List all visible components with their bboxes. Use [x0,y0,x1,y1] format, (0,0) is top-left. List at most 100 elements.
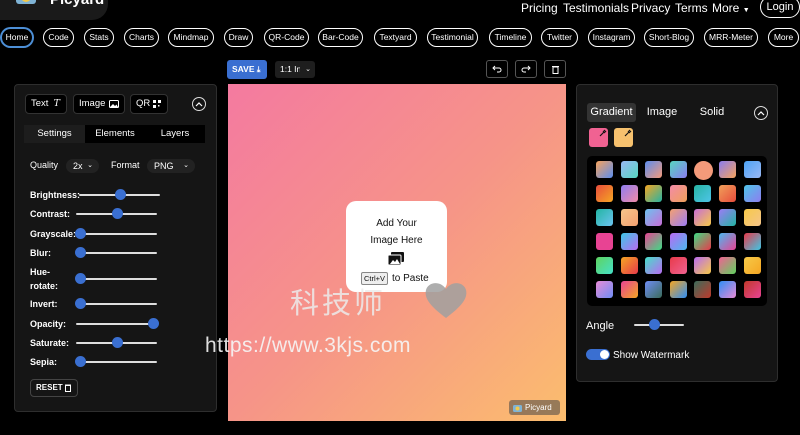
format-select[interactable]: PNG ⌄ [147,159,195,173]
chip-home[interactable]: Home [1,28,33,47]
gradient-swatch[interactable] [719,233,736,250]
gradient-swatch[interactable] [669,233,687,250]
blur-slider[interactable] [75,247,157,259]
add-image-button[interactable]: Image [73,94,125,114]
gradient-swatch[interactable] [596,257,613,274]
reset-button[interactable]: RESET [30,379,78,397]
chip-more[interactable]: More [768,28,799,47]
nav-privacy[interactable]: Privacy [631,1,670,15]
brightness-slider[interactable] [79,189,160,201]
gradient-swatch[interactable] [596,281,613,298]
gradient-swatch[interactable] [596,233,613,250]
chip-qr-code[interactable]: QR-Code [264,28,309,47]
gradient-swatch[interactable] [719,161,736,178]
slider-thumb[interactable] [111,208,123,219]
gradient-swatch[interactable] [669,209,687,226]
gradient-swatch[interactable] [743,233,761,250]
gradient-swatch[interactable] [620,161,638,178]
delete-canvas-button[interactable] [544,60,566,78]
gradient-swatch[interactable] [669,257,687,274]
gradient-swatch[interactable] [719,209,736,226]
gradient-swatch[interactable] [645,233,663,250]
chip-mrr-meter[interactable]: MRR-Meter [704,28,758,47]
gradient-swatch[interactable] [719,185,736,202]
chip-testimonial[interactable]: Testimonial [427,28,478,47]
gradient-swatch[interactable] [645,257,663,274]
slider-thumb[interactable] [75,298,86,309]
hue-rotate-slider[interactable] [75,273,157,285]
nav-pricing[interactable]: Pricing [521,1,558,15]
opacity-slider[interactable] [76,318,159,330]
quality-select[interactable]: 2x ⌄ [66,159,99,173]
chip-stats[interactable]: Stats [84,28,114,47]
tab-solid[interactable]: Solid [694,103,730,122]
gradient-swatch[interactable] [743,281,761,298]
chip-bar-code[interactable]: Bar-Code [318,28,363,47]
collapse-right-panel-button[interactable] [754,106,768,120]
redo-button[interactable] [515,60,537,78]
tab-layers[interactable]: Layers [145,125,205,143]
gradient-swatch[interactable] [645,281,663,298]
chip-code[interactable]: Code [43,28,74,47]
tab-elements[interactable]: Elements [85,125,145,143]
gradient-swatch[interactable] [620,209,638,226]
gradient-swatch[interactable] [719,281,736,298]
grayscale-slider[interactable] [75,228,157,240]
chip-timeline[interactable]: Timeline [489,28,532,47]
saturate-slider[interactable] [76,337,157,349]
gradient-swatch[interactable] [743,185,761,202]
tab-gradient[interactable]: Gradient [587,103,636,122]
gradient-swatch[interactable] [743,209,761,226]
gradient-swatch[interactable] [669,185,687,202]
slider-thumb[interactable] [75,273,86,284]
add-text-button[interactable]: Text T [25,94,67,114]
save-button[interactable]: SAVE ⤓ [227,60,267,79]
gradient-swatch[interactable] [645,161,663,178]
add-qr-button[interactable]: QR [130,94,168,114]
gradient-swatch[interactable] [596,209,613,226]
gradient-swatch[interactable] [694,233,712,250]
chip-mindmap[interactable]: Mindmap [168,28,214,47]
gradient-swatch[interactable] [645,185,663,202]
brand-logo-area[interactable]: Picyard [0,0,108,20]
slider-thumb[interactable] [148,318,159,329]
gradient-swatch[interactable] [596,161,613,178]
gradient-swatch[interactable] [620,233,638,250]
gradient-swatch[interactable] [596,185,613,202]
slider-thumb[interactable] [75,247,86,258]
gradient-swatch[interactable] [743,161,761,178]
nav-terms[interactable]: Terms [675,1,708,15]
chip-twitter[interactable]: Twitter [541,28,578,47]
slider-thumb[interactable] [114,189,126,200]
gradient-swatch[interactable] [694,257,712,274]
chip-short-blog[interactable]: Short-Blog [644,28,694,47]
gradient-swatch[interactable] [620,281,638,298]
angle-slider[interactable] [634,319,684,331]
image-drop-zone[interactable]: Add Your Image Here Ctrl+V to Paste [346,201,447,292]
gradient-swatch[interactable] [620,185,638,202]
gradient-swatch[interactable] [719,257,736,274]
gradient-swatch[interactable] [743,257,761,274]
slider-thumb[interactable] [649,319,660,330]
watermark-toggle[interactable] [586,349,610,360]
sepia-slider[interactable] [75,356,157,368]
chip-textyard[interactable]: Textyard [374,28,417,47]
login-button[interactable]: Login [760,0,800,18]
chip-instagram[interactable]: Instagram [588,28,635,47]
gradient-swatch[interactable] [669,161,687,178]
gradient-swatch[interactable] [694,185,712,202]
slider-thumb[interactable] [75,228,86,239]
gradient-end-color[interactable] [614,128,633,147]
invert-slider[interactable] [75,298,157,310]
gradient-swatch[interactable] [645,209,663,226]
slider-thumb[interactable] [75,356,86,367]
tab-image[interactable]: Image [642,103,682,122]
nav-more[interactable]: More ▼ [712,1,750,15]
nav-testimonials[interactable]: Testimonials [563,1,629,15]
gradient-swatch[interactable] [694,161,714,180]
gradient-swatch[interactable] [694,209,712,226]
gradient-swatch[interactable] [694,281,712,298]
undo-button[interactable] [486,60,508,78]
slider-thumb[interactable] [111,337,123,348]
chip-draw[interactable]: Draw [224,28,253,47]
